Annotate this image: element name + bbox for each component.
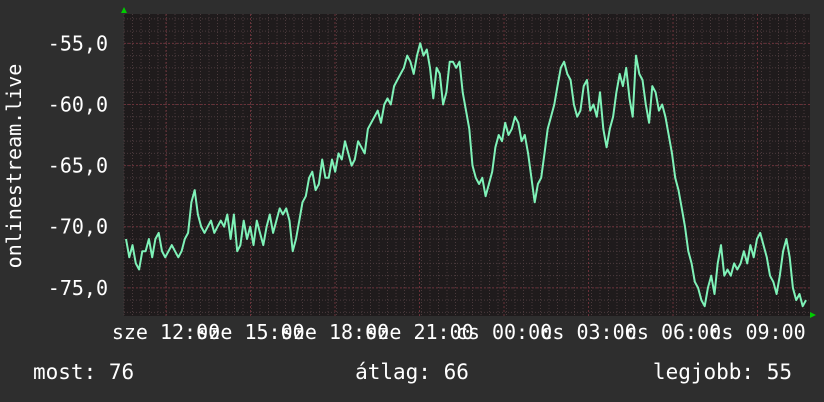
y-tick-label: -70,0	[48, 215, 108, 239]
x-tick-labels: sze 12:00sze 15:00sze 18:00sze 21:00cs 0…	[112, 320, 806, 344]
best-value-stat: legjobb: 55	[652, 360, 792, 384]
plot-area	[124, 14, 810, 316]
x-tick-label: cs 06:00	[625, 320, 721, 344]
x-axis-arrow-icon	[810, 312, 816, 318]
y-axis-arrow-icon	[121, 7, 127, 13]
y-tick-label: -60,0	[48, 92, 108, 116]
y-tick-label: -55,0	[48, 31, 108, 55]
y-tick-label: -75,0	[48, 276, 108, 300]
x-tick-label: cs 00:00	[456, 320, 552, 344]
x-tick-label: cs 03:00	[540, 320, 636, 344]
y-tick-labels: -55,0 -60,0 -65,0 -70,0 -75,0	[48, 31, 108, 300]
stats-bar: most: 76 átlag: 66 legjobb: 55	[0, 360, 824, 390]
y-tick-label: -65,0	[48, 154, 108, 178]
line-chart: -55,0 -60,0 -65,0 -70,0 -75,0 sze 12:00sze 1…	[2, 7, 816, 344]
y-axis-label: onlinestream.live	[2, 64, 26, 269]
chart-widget: -55,0 -60,0 -65,0 -70,0 -75,0 sze 12:00 sze 1…	[0, 0, 824, 402]
x-tick-label: cs 09:00	[709, 320, 805, 344]
